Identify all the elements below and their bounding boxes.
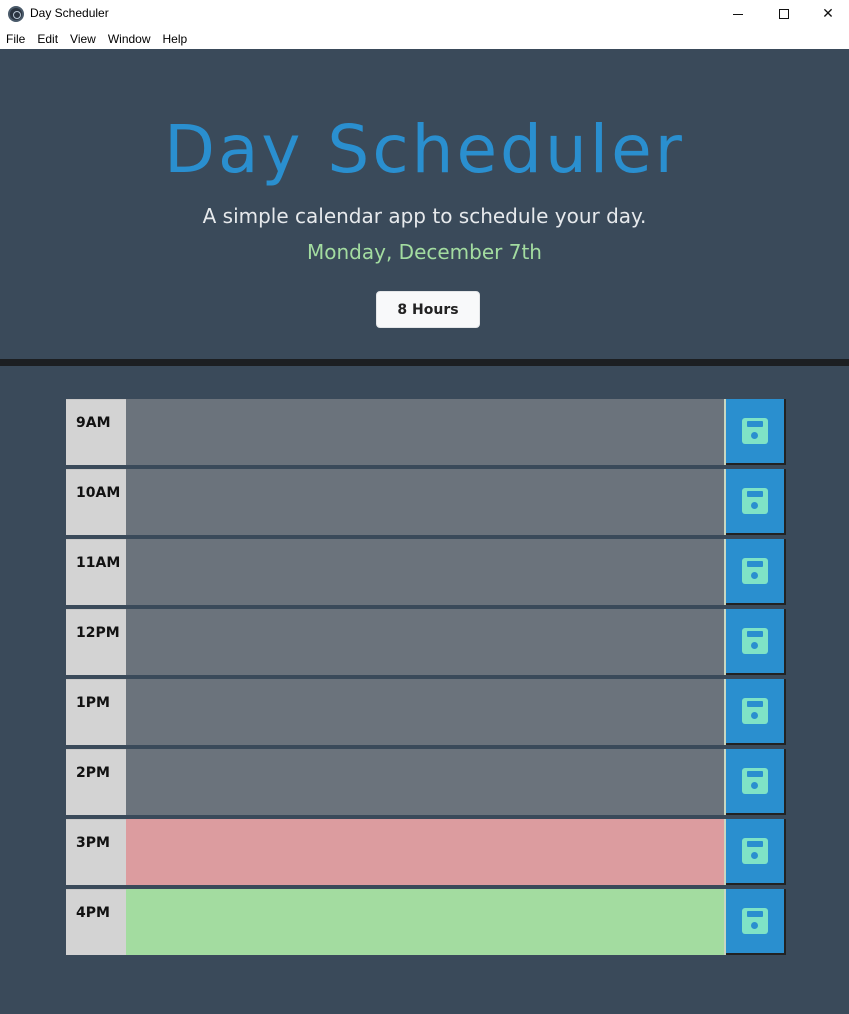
- menu-window[interactable]: Window: [108, 32, 151, 46]
- window-title: Day Scheduler: [30, 6, 109, 20]
- event-description-input[interactable]: [126, 539, 726, 605]
- hour-label: 9AM: [66, 399, 126, 465]
- time-block-1pm: 1PM: [66, 679, 786, 745]
- event-description-input[interactable]: [126, 889, 726, 955]
- window-titlebar: Day Scheduler ✕: [0, 0, 849, 28]
- save-button[interactable]: [726, 469, 786, 535]
- floppy-disk-icon: [742, 488, 768, 514]
- menu-view[interactable]: View: [70, 32, 96, 46]
- time-block-11am: 11AM: [66, 539, 786, 605]
- time-block-3pm: 3PM: [66, 819, 786, 885]
- hour-label: 10AM: [66, 469, 126, 535]
- event-description-input[interactable]: [126, 469, 726, 535]
- hour-label: 11AM: [66, 539, 126, 605]
- time-block-4pm: 4PM: [66, 889, 786, 955]
- current-date: Monday, December 7th: [307, 240, 542, 264]
- save-button[interactable]: [726, 889, 786, 955]
- minimize-icon: [733, 13, 743, 15]
- page-title: Day Scheduler: [164, 111, 685, 188]
- close-icon: ✕: [822, 6, 834, 22]
- save-button[interactable]: [726, 399, 786, 465]
- minimize-button[interactable]: [715, 0, 761, 28]
- maximize-icon: [779, 9, 789, 19]
- event-description-input[interactable]: [126, 399, 726, 465]
- time-block-10am: 10AM: [66, 469, 786, 535]
- save-button[interactable]: [726, 679, 786, 745]
- floppy-disk-icon: [742, 908, 768, 934]
- hour-label: 2PM: [66, 749, 126, 815]
- schedule-container: 9AM 10AM 11AM 12PM 1PM 2PM 3PM 4PM: [66, 399, 786, 959]
- event-description-input[interactable]: [126, 609, 726, 675]
- event-description-input[interactable]: [126, 819, 726, 885]
- time-block-12pm: 12PM: [66, 609, 786, 675]
- floppy-disk-icon: [742, 628, 768, 654]
- floppy-disk-icon: [742, 558, 768, 584]
- menu-edit[interactable]: Edit: [37, 32, 58, 46]
- time-block-9am: 9AM: [66, 399, 786, 465]
- hour-label: 1PM: [66, 679, 126, 745]
- hour-label: 12PM: [66, 609, 126, 675]
- page-subtitle: A simple calendar app to schedule your d…: [202, 204, 647, 228]
- maximize-button[interactable]: [761, 0, 807, 28]
- header-divider: [0, 359, 849, 366]
- jumbotron-header: Day Scheduler A simple calendar app to s…: [0, 49, 849, 359]
- floppy-disk-icon: [742, 768, 768, 794]
- hour-label: 4PM: [66, 889, 126, 955]
- time-block-2pm: 2PM: [66, 749, 786, 815]
- close-button[interactable]: ✕: [805, 0, 849, 28]
- event-description-input[interactable]: [126, 749, 726, 815]
- save-button[interactable]: [726, 749, 786, 815]
- hour-label: 3PM: [66, 819, 126, 885]
- save-button[interactable]: [726, 539, 786, 605]
- event-description-input[interactable]: [126, 679, 726, 745]
- menu-bar: File Edit View Window Help: [0, 28, 849, 49]
- hours-button[interactable]: 8 Hours: [376, 291, 480, 328]
- save-button[interactable]: [726, 609, 786, 675]
- floppy-disk-icon: [742, 698, 768, 724]
- menu-file[interactable]: File: [6, 32, 25, 46]
- save-button[interactable]: [726, 819, 786, 885]
- floppy-disk-icon: [742, 838, 768, 864]
- menu-help[interactable]: Help: [163, 32, 188, 46]
- app-icon: [8, 6, 24, 22]
- floppy-disk-icon: [742, 418, 768, 444]
